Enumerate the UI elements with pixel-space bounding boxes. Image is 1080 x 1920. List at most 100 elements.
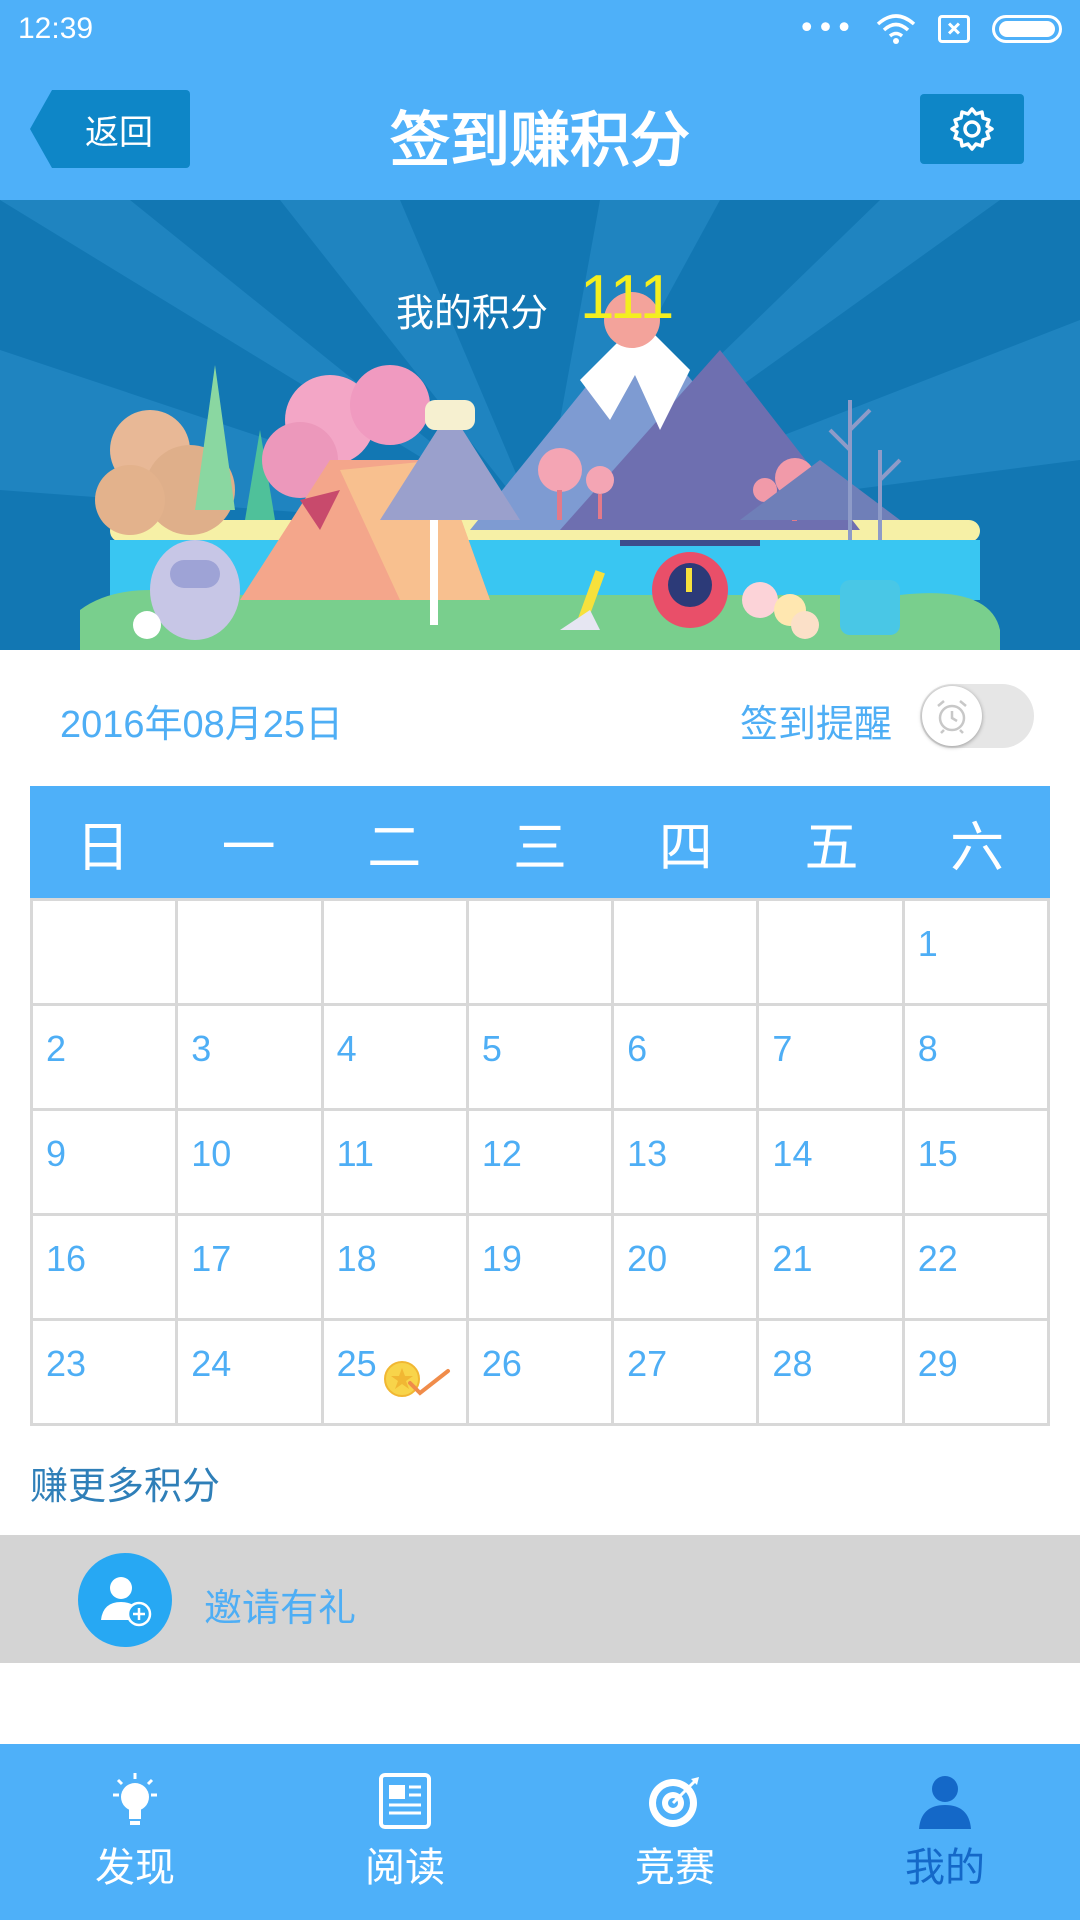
calendar-day[interactable]: 3 bbox=[178, 1006, 324, 1111]
reminder-label: 签到提醒 bbox=[740, 702, 893, 746]
calendar-day-number: 6 bbox=[627, 1028, 648, 1069]
settings-button[interactable] bbox=[920, 94, 1024, 164]
user-icon bbox=[919, 1776, 971, 1829]
calendar-day-number: 11 bbox=[336, 1133, 374, 1174]
calendar-day[interactable]: 23 bbox=[33, 1321, 179, 1426]
calendar-day[interactable]: 18 bbox=[323, 1216, 469, 1321]
alarm-clock-icon bbox=[937, 700, 967, 734]
nav-mine-label: 我的 bbox=[905, 1845, 985, 1891]
calendar-day-number: 28 bbox=[772, 1343, 813, 1384]
calendar-day[interactable]: 5 bbox=[468, 1006, 615, 1111]
page-title: 签到赚积分 bbox=[390, 106, 690, 176]
calendar-day-number: 26 bbox=[481, 1343, 522, 1384]
nav-discover-label: 发现 bbox=[95, 1845, 175, 1891]
calendar-day-number: 15 bbox=[917, 1133, 958, 1174]
checked-in-icon bbox=[383, 1361, 450, 1397]
nav-read[interactable]: 阅读 bbox=[270, 1744, 540, 1920]
calendar-day[interactable]: 14 bbox=[759, 1111, 905, 1216]
nav-discover[interactable]: 发现 bbox=[0, 1744, 270, 1920]
calendar-day-number: 19 bbox=[481, 1238, 522, 1279]
calendar-day[interactable]: 9 bbox=[33, 1111, 179, 1216]
weekday-sat: 六 bbox=[950, 815, 1005, 879]
weekday-wed: 三 bbox=[513, 815, 568, 879]
calendar-day[interactable]: 20 bbox=[614, 1216, 760, 1321]
calendar-empty-cell bbox=[33, 901, 179, 1006]
no-sim-icon bbox=[938, 15, 970, 43]
invite-label: 邀请有礼 bbox=[204, 1586, 357, 1630]
calendar-day[interactable]: 15 bbox=[904, 1111, 1050, 1216]
calendar-day[interactable]: 13 bbox=[614, 1111, 760, 1216]
weekday-fri: 五 bbox=[804, 815, 859, 879]
battery-icon bbox=[992, 15, 1062, 43]
current-date: 2016年08月25日 bbox=[60, 704, 344, 746]
newspaper-icon bbox=[379, 1773, 431, 1829]
nav-read-label: 阅读 bbox=[365, 1845, 445, 1891]
wifi-icon bbox=[876, 14, 916, 44]
calendar-grid: 1 2 3 4 5 6 7 8 9 10 11 12 13 14 15 16 17 18 19 20 21 22 23 24 2… bbox=[30, 898, 1050, 1426]
calendar-empty-cell bbox=[468, 901, 615, 1006]
calendar-day-number: 27 bbox=[627, 1343, 668, 1384]
status-time: 12:39 bbox=[18, 12, 94, 45]
weekday-sun: 日 bbox=[75, 815, 130, 879]
toggle-knob bbox=[922, 686, 982, 746]
calendar-day[interactable]: 28 bbox=[759, 1321, 905, 1426]
calendar-day[interactable]: 21 bbox=[759, 1216, 905, 1321]
calendar-day[interactable]: 16 bbox=[33, 1216, 179, 1321]
banner-illustration: 我的积分 111 bbox=[0, 200, 1080, 650]
calendar-day-number: 29 bbox=[917, 1343, 958, 1384]
nav-mine[interactable]: 我的 bbox=[810, 1744, 1080, 1920]
status-bar: 12:39 ••• bbox=[0, 0, 1080, 62]
calendar-day[interactable]: 27 bbox=[614, 1321, 760, 1426]
calendar-day-number: 1 bbox=[917, 923, 938, 964]
invite-row[interactable]: 邀请有礼 bbox=[0, 1535, 1080, 1663]
target-icon bbox=[649, 1777, 699, 1827]
points-value: 111 bbox=[580, 263, 675, 332]
lightbulb-icon bbox=[113, 1773, 157, 1825]
calendar-empty-cell bbox=[614, 901, 760, 1006]
calendar-day-number: 17 bbox=[191, 1238, 232, 1279]
status-icons: ••• bbox=[798, 14, 1062, 44]
calendar-empty-cell bbox=[178, 901, 324, 1006]
calendar-weekday-header: 日 一 二 三 四 五 六 bbox=[30, 786, 1050, 898]
calendar-day-number: 23 bbox=[46, 1343, 87, 1384]
calendar-day[interactable]: 19 bbox=[468, 1216, 615, 1321]
calendar-day[interactable]: 26 bbox=[468, 1321, 615, 1426]
calendar-day[interactable]: 7 bbox=[759, 1006, 905, 1111]
weekday-tue: 二 bbox=[367, 815, 422, 879]
nav-contest-label: 竞赛 bbox=[635, 1845, 715, 1891]
calendar-day[interactable]: 25 bbox=[323, 1321, 469, 1426]
nav-contest[interactable]: 竞赛 bbox=[540, 1744, 810, 1920]
calendar-day[interactable]: 8 bbox=[904, 1006, 1050, 1111]
bottom-nav: 发现 阅读 竞赛 我的 bbox=[0, 1744, 1080, 1920]
calendar-day[interactable]: 1 bbox=[904, 901, 1050, 1006]
landscape-illustration bbox=[0, 200, 1080, 650]
gear-icon bbox=[950, 107, 994, 151]
calendar-day-number: 4 bbox=[336, 1028, 357, 1069]
calendar-day[interactable]: 22 bbox=[904, 1216, 1050, 1321]
calendar-day[interactable]: 29 bbox=[904, 1321, 1050, 1426]
weekday-mon: 一 bbox=[221, 815, 276, 879]
calendar-day[interactable]: 11 bbox=[323, 1111, 469, 1216]
calendar-day-number: 16 bbox=[46, 1238, 87, 1279]
calendar-day-number: 21 bbox=[772, 1238, 813, 1279]
calendar-day-number: 3 bbox=[191, 1028, 212, 1069]
checkin-calendar: 日 一 二 三 四 五 六 1 2 3 4 5 6 7 8 9 10 11 12 13 14 15 16 17 1… bbox=[30, 786, 1050, 1426]
calendar-day[interactable]: 4 bbox=[323, 1006, 469, 1111]
calendar-day-number: 9 bbox=[46, 1133, 67, 1174]
calendar-day-number: 20 bbox=[627, 1238, 668, 1279]
calendar-day-number: 12 bbox=[481, 1133, 522, 1174]
earn-more-title: 赚更多积分 bbox=[30, 1464, 221, 1508]
calendar-day[interactable]: 24 bbox=[178, 1321, 324, 1426]
calendar-day-number: 24 bbox=[191, 1343, 232, 1384]
more-dots-icon: ••• bbox=[797, 11, 854, 46]
calendar-day[interactable]: 2 bbox=[33, 1006, 179, 1111]
add-user-icon bbox=[101, 1577, 152, 1627]
calendar-day[interactable]: 10 bbox=[178, 1111, 324, 1216]
calendar-empty-cell bbox=[323, 901, 469, 1006]
reminder-toggle[interactable] bbox=[920, 684, 1034, 748]
calendar-day-number: 2 bbox=[46, 1028, 67, 1069]
calendar-day[interactable]: 6 bbox=[614, 1006, 760, 1111]
calendar-day-number: 14 bbox=[772, 1133, 813, 1174]
calendar-day[interactable]: 12 bbox=[468, 1111, 615, 1216]
calendar-day[interactable]: 17 bbox=[178, 1216, 324, 1321]
